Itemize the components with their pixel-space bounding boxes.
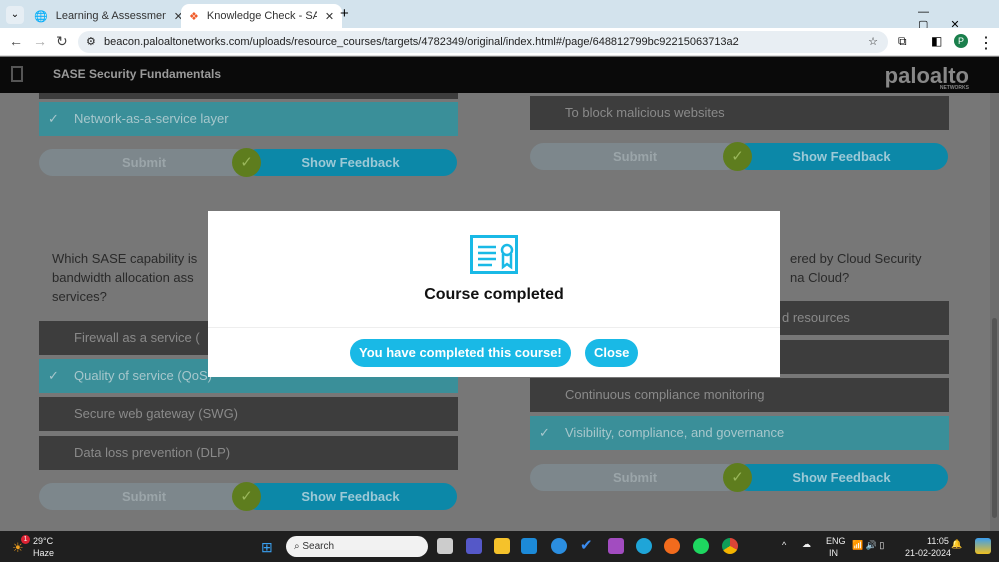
check-circle-icon: ✓ — [723, 142, 752, 171]
forward-icon[interactable]: → — [33, 33, 47, 49]
teams-icon[interactable] — [466, 538, 482, 554]
sidepanel-icon[interactable]: ◧ — [931, 34, 942, 48]
app-header: SASE Security Fundamentals paloalto NETWO… — [0, 57, 999, 93]
option[interactable]: Continuous compliance monitoring — [530, 378, 949, 412]
address-bar-row: ← → ↻ ⚙ beacon.paloaltonetworks.com/uploa… — [0, 28, 999, 56]
help-icon[interactable] — [551, 538, 567, 554]
show-feedback-button[interactable]: Show Feedback — [735, 143, 948, 170]
copilot-icon[interactable] — [975, 538, 991, 554]
language[interactable]: ENG — [826, 536, 846, 546]
check-circle-icon: ✓ — [723, 463, 752, 492]
todo-icon[interactable]: ✔ — [580, 538, 596, 554]
task-view-icon[interactable] — [437, 538, 453, 554]
bookmark-star-icon[interactable]: ☆ — [868, 31, 878, 53]
site-info-icon[interactable]: ⚙ — [86, 31, 96, 53]
clock-date[interactable]: 21-02-2024 — [905, 548, 951, 558]
show-feedback-button[interactable]: Show Feedback — [244, 149, 457, 176]
submit-button[interactable]: Submit — [39, 149, 249, 176]
show-hidden-icon[interactable]: ^ — [782, 540, 786, 550]
back-icon[interactable]: ← — [9, 33, 23, 49]
taskbar-search[interactable]: ⌕ Search — [286, 536, 428, 557]
globe-icon: 🌐 — [34, 10, 48, 23]
divider — [208, 327, 780, 328]
app-icon[interactable] — [608, 538, 624, 554]
show-feedback-button[interactable]: Show Feedback — [244, 483, 457, 510]
option[interactable]: Secure web gateway (SWG) — [39, 397, 458, 431]
check-icon: ✓ — [48, 111, 59, 126]
notifications-bell-icon[interactable]: 🔔 — [951, 539, 962, 550]
windows-start-icon[interactable]: ⊞ — [261, 539, 273, 556]
tab-knowledge-check[interactable]: ❖Knowledge Check - SASE Security Fundame… — [181, 4, 343, 28]
language-region[interactable]: IN — [829, 548, 838, 558]
menu-book-icon[interactable] — [11, 66, 23, 82]
spotify-icon[interactable] — [693, 538, 709, 554]
submit-button[interactable]: Submit — [39, 483, 249, 510]
certificate-icon — [470, 235, 518, 274]
check-circle-icon: ✓ — [232, 482, 261, 511]
taskbar: ☀ 1 29°C Haze ⊞ ⌕ Search ✔ ^ ☁ ENG IN 📶 … — [0, 531, 999, 562]
tab-list-button[interactable]: ⌄ — [6, 6, 24, 24]
profile-avatar[interactable]: P — [954, 34, 968, 48]
submit-button[interactable]: Submit — [530, 143, 740, 170]
wifi-volume-battery-icon[interactable]: 📶 🔊 ▯ — [852, 540, 884, 551]
close-icon[interactable]: ✕ — [325, 10, 334, 23]
paloalto-logo: paloalto NETWORKS — [884, 63, 969, 91]
new-tab-button[interactable]: + — [340, 5, 349, 22]
check-icon: ✓ — [539, 425, 550, 440]
extensions-icon[interactable]: ⧉ — [898, 34, 907, 49]
course-title: SASE Security Fundamentals — [53, 67, 222, 81]
file-explorer-icon[interactable] — [494, 538, 510, 554]
menu-icon[interactable]: ⋮ — [978, 33, 994, 53]
cloud-icon[interactable]: ☁ — [802, 539, 811, 550]
option-selected[interactable]: ✓ Network-as-a-service layer — [39, 102, 458, 136]
show-feedback-button[interactable]: Show Feedback — [735, 464, 948, 491]
option[interactable]: Data loss prevention (DLP) — [39, 436, 458, 470]
completed-course-button[interactable]: You have completed this course! — [350, 339, 571, 367]
option[interactable]: To block malicious websites — [530, 96, 949, 130]
chrome-icon[interactable] — [722, 538, 738, 554]
question-text: Which SASE capability is bandwidth alloca… — [52, 251, 198, 304]
scrollbar-thumb[interactable] — [992, 318, 997, 518]
check-icon: ✓ — [48, 368, 59, 383]
paloalto-favicon-icon: ❖ — [189, 10, 199, 23]
course-completed-dialog: Course completed You have completed this… — [208, 211, 780, 377]
temperature: 29°C — [33, 536, 54, 546]
reload-icon[interactable]: ↻ — [56, 33, 68, 50]
weather-text: Haze — [33, 548, 55, 558]
notification-badge: 1 — [21, 535, 30, 544]
option-selected[interactable]: ✓ Visibility, compliance, and governance — [530, 416, 949, 450]
tab-bar: ⌄ 🌐Learning & Assessment Platform✕ ❖Know… — [0, 0, 999, 31]
check-circle-icon: ✓ — [232, 148, 261, 177]
option[interactable] — [39, 93, 458, 99]
url-input[interactable]: ⚙ beacon.paloaltonetworks.com/uploads/res… — [78, 31, 888, 53]
clock-time[interactable]: 11:05 — [927, 536, 949, 546]
submit-button[interactable]: Submit — [530, 464, 740, 491]
tab-learning[interactable]: 🌐Learning & Assessment Platform✕ — [26, 4, 191, 28]
search-icon: ⌕ — [294, 541, 300, 552]
firefox-icon[interactable] — [664, 538, 680, 554]
close-button[interactable]: Close — [585, 339, 639, 367]
edge-icon[interactable] — [636, 538, 652, 554]
app-icon[interactable] — [521, 538, 537, 554]
question-text: ered by Cloud Security na Cloud? — [790, 251, 922, 285]
dialog-title: Course completed — [424, 286, 564, 303]
